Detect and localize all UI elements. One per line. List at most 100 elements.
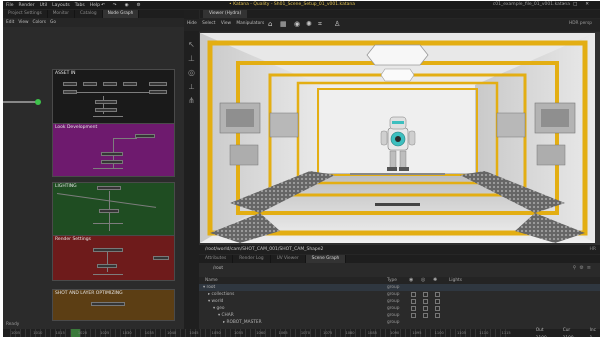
node-lookfile[interactable] (135, 134, 155, 138)
minimize-icon[interactable]: – (563, 2, 568, 7)
tab-monitor[interactable]: Monitor (48, 10, 76, 18)
scene-graph-breadcrumb[interactable]: /root (213, 266, 223, 271)
node-alembic[interactable] (83, 82, 97, 86)
viewer-camera-selector[interactable]: HDR persp (569, 21, 592, 26)
light-checkbox[interactable] (435, 306, 440, 311)
render-icon[interactable]: ◎ (421, 277, 425, 283)
navigation-slider[interactable] (3, 97, 43, 107)
settings-icon[interactable]: ⚙ (579, 265, 586, 271)
tab-scene-graph[interactable]: Scene Graph (305, 255, 347, 263)
render-checkbox[interactable] (423, 299, 428, 304)
node-materialassign[interactable] (101, 152, 123, 156)
frame-current[interactable]: Cur1100 (555, 328, 574, 337)
menu-help[interactable]: Help (90, 3, 100, 8)
menu-icon[interactable]: ≡ (587, 265, 594, 271)
menu-edit[interactable]: Edit (6, 20, 14, 25)
render-checkbox[interactable] (423, 313, 428, 318)
node-lod-select[interactable] (91, 302, 125, 306)
tab-catalog[interactable]: Catalog (75, 10, 103, 18)
node-rendersettings[interactable] (93, 248, 123, 252)
light-icon[interactable]: ◉ (294, 20, 300, 28)
grid-snap-icon[interactable]: ⋔ (187, 96, 196, 105)
visibility-checkbox[interactable] (411, 292, 416, 297)
timeline[interactable]: 1005 1010 1015 1020 1025 1030 1035 1040 1045 1050… (3, 328, 600, 337)
column-lights[interactable]: Lights (449, 278, 462, 283)
scene-graph-row[interactable]: ▸ collections group (199, 291, 600, 298)
node-graph-canvas[interactable]: ASSET IN Look Development LIGHTING Rende… (3, 27, 184, 329)
node-gafferthree[interactable] (97, 186, 121, 190)
scene-graph-row[interactable]: ▾ world group (199, 298, 600, 305)
rotate-icon[interactable]: ◎ (187, 68, 196, 77)
scene-graph-row[interactable]: ▾ geo group (199, 305, 600, 312)
light-checkbox[interactable] (435, 313, 440, 318)
tab-uv-viewer[interactable]: UV Viewer (271, 255, 306, 263)
light-icon[interactable]: ✺ (433, 277, 437, 283)
maximize-icon[interactable]: □ (573, 2, 580, 7)
eye-icon[interactable]: ◉ (409, 277, 413, 283)
menu-manipulators[interactable]: Manipulators (236, 21, 264, 26)
node-merge[interactable] (101, 160, 123, 164)
undo-icon[interactable]: ↶ (101, 3, 108, 8)
move-icon[interactable]: ⊥ (187, 54, 196, 63)
frame-icon[interactable]: ⌗ (318, 20, 322, 29)
grid-icon[interactable]: ▦ (280, 20, 287, 28)
close-icon[interactable]: ✕ (585, 2, 592, 7)
node-renderoutput[interactable] (153, 256, 169, 260)
menu-util[interactable]: Util (40, 3, 48, 8)
tab-attributes[interactable]: Attributes (199, 255, 234, 263)
frame-increment[interactable]: Inc1 (582, 328, 596, 337)
backdrop-lighting[interactable]: LIGHTING (52, 182, 175, 238)
menu-file[interactable]: File (6, 3, 14, 8)
menu-colors[interactable]: Colors (33, 20, 46, 25)
node-alembic[interactable] (149, 82, 167, 86)
light-checkbox[interactable] (435, 299, 440, 304)
slider-knob[interactable] (35, 99, 41, 105)
backdrop-shot-layer-optimizing[interactable]: SHOT AND LAYER OPTIMIZING (52, 289, 175, 321)
node-merge[interactable] (97, 264, 117, 268)
menu-select[interactable]: Select (202, 21, 215, 26)
visibility-checkbox[interactable] (411, 299, 416, 304)
tab-viewer[interactable]: Viewer (Hydra) (203, 10, 248, 18)
node-alembic[interactable] (103, 82, 117, 86)
backdrop-render-settings[interactable]: Render Settings (52, 235, 175, 281)
render-checkbox[interactable] (423, 306, 428, 311)
menu-view[interactable]: View (221, 21, 231, 26)
redo-icon[interactable]: ↷ (113, 3, 120, 8)
menu-hide[interactable]: Hide (187, 21, 197, 26)
tab-render-log[interactable]: Render Log (233, 255, 271, 263)
render-checkbox[interactable] (423, 292, 428, 297)
tab-project-settings[interactable]: Project Settings (3, 10, 48, 18)
user-icon[interactable]: ♙ (334, 20, 340, 28)
visibility-checkbox[interactable] (411, 306, 416, 311)
render-icon[interactable]: ◉ (125, 3, 132, 8)
tab-node-graph[interactable]: Node Graph (102, 10, 140, 18)
menu-view[interactable]: View (18, 20, 28, 25)
node-alembic[interactable] (63, 82, 77, 86)
visibility-checkbox[interactable] (411, 313, 416, 318)
node-input[interactable] (149, 90, 167, 94)
scene-graph-row[interactable]: ▸ ROBOT_MASTER group (199, 319, 600, 326)
backdrop-look-development[interactable]: Look Development (52, 123, 175, 177)
node-merge[interactable] (95, 108, 117, 112)
pointer-icon[interactable]: ↖ (187, 40, 196, 49)
node-merge[interactable] (95, 100, 117, 104)
scene-graph-row[interactable]: ▾ CHAR group (199, 312, 600, 319)
sun-icon[interactable]: ✺ (306, 20, 312, 28)
menu-go[interactable]: Go (50, 20, 56, 25)
menu-render[interactable]: Render (19, 3, 35, 8)
node-input[interactable] (63, 90, 77, 94)
camera-path[interactable]: /root/world/cam/SHOT_CAM_001/SHOT_CAM_Sh… (205, 247, 323, 252)
column-type[interactable]: Type (387, 278, 397, 283)
node-alembic[interactable] (123, 82, 137, 86)
node-merge[interactable] (99, 209, 119, 213)
light-checkbox[interactable] (435, 292, 440, 297)
camera-icon[interactable]: ⌂ (268, 20, 272, 28)
scene-graph-row[interactable]: ▾ root group (199, 284, 600, 291)
backdrop-asset-in[interactable]: ASSET IN (52, 69, 175, 125)
scale-icon[interactable]: ⟂ (187, 82, 196, 92)
settings-icon[interactable]: ⚙ (137, 3, 144, 8)
menu-tabs[interactable]: Tabs (75, 3, 85, 8)
column-name[interactable]: Name (205, 278, 218, 283)
frame-out[interactable]: Out1100 (528, 328, 547, 337)
viewport[interactable] (199, 32, 600, 245)
